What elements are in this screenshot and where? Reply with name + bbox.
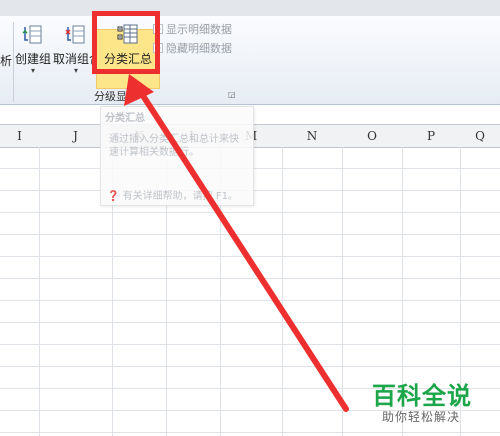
watermark-title: 百科全说 — [372, 382, 472, 410]
arrow-shaft — [135, 85, 349, 412]
watermark-subtitle: 助你轻松解决 — [382, 410, 461, 424]
watermark: 百科全说 助你轻松解决 — [372, 376, 496, 434]
pointer-arrow — [124, 74, 349, 412]
